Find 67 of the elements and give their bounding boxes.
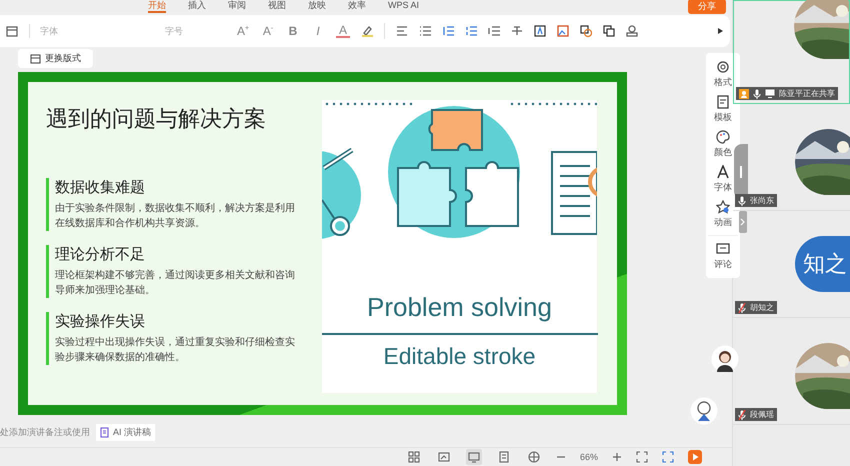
template-icon xyxy=(716,95,730,109)
side-tool-button[interactable]: 字体 xyxy=(714,165,732,194)
screen-share-icon xyxy=(765,89,775,98)
format-button[interactable]: I xyxy=(311,24,325,38)
fit-icon[interactable] xyxy=(636,451,648,463)
avatar: 知之 xyxy=(795,236,850,292)
font-field[interactable]: 字体 xyxy=(29,24,152,38)
web-view-icon[interactable] xyxy=(526,449,542,465)
slide-title: 遇到的问题与解决方案 xyxy=(46,105,267,133)
shapes-icon[interactable] xyxy=(580,25,592,37)
menu-tab[interactable]: WPS AI xyxy=(388,0,420,13)
line-spacing-icon[interactable] xyxy=(442,26,454,36)
format-button[interactable]: A$^{-}$ xyxy=(261,24,275,38)
point-text: 由于实验条件限制，数据收集不顺利，解决方案是利用在线数据库和合作机构共享资源。 xyxy=(55,202,296,231)
name-label: 陈亚平正在共享 xyxy=(736,87,838,100)
menu-tab[interactable]: 视图 xyxy=(268,0,286,13)
menu-tab[interactable]: 效率 xyxy=(348,0,366,13)
image-subcaption: Editable stroke xyxy=(383,343,536,370)
letter-a-icon xyxy=(716,165,730,179)
star-icon xyxy=(716,200,730,214)
gear-icon xyxy=(716,60,730,74)
side-tool-button[interactable]: 模板 xyxy=(714,95,732,124)
more-icon[interactable] xyxy=(716,27,724,35)
point-heading: 实验操作失误 xyxy=(55,312,146,331)
layout-icon[interactable] xyxy=(6,26,18,36)
name-label: 胡知之 xyxy=(735,301,777,314)
bullet-list-icon[interactable] xyxy=(419,26,431,36)
format-button[interactable]: B xyxy=(286,24,300,38)
fullscreen-icon[interactable] xyxy=(662,451,674,463)
point-heading: 理论分析不足 xyxy=(55,245,146,264)
name-label: 张尚东 xyxy=(735,194,777,207)
name-label: 段佩瑶 xyxy=(735,408,777,421)
stamp-icon[interactable] xyxy=(626,25,638,37)
normal-view-icon[interactable] xyxy=(466,449,482,465)
zoom-level[interactable]: 66% xyxy=(580,452,598,462)
point-text: 实验过程中出现操作失误，通过重复实验和仔细检查实验步骤来确保数据的准确性。 xyxy=(55,336,296,365)
point-heading: 数据收集难题 xyxy=(55,178,146,197)
layout-icon[interactable] xyxy=(30,54,41,64)
comment-icon xyxy=(716,242,730,256)
side-tool-button[interactable]: 颜色 xyxy=(714,130,732,159)
font-size-field[interactable]: 字号 xyxy=(163,24,225,38)
point-text: 理论框架构建不够完善，通过阅读更多相关文献和咨询导师来加强理论基础。 xyxy=(55,268,296,298)
paragraph-spacing-icon[interactable] xyxy=(465,26,477,36)
text-box-icon[interactable] xyxy=(534,25,546,37)
menu-tab[interactable]: 审阅 xyxy=(228,0,246,13)
palette-icon xyxy=(716,130,730,144)
indent-icon[interactable] xyxy=(488,26,500,36)
side-tool-button[interactable]: 动画 xyxy=(714,200,732,229)
change-layout-button[interactable]: 更换版式 xyxy=(18,49,93,68)
side-tool-button[interactable]: 格式 xyxy=(714,60,732,89)
document-icon xyxy=(100,427,110,438)
mascot-icon[interactable] xyxy=(690,397,718,425)
grid-view-icon[interactable] xyxy=(406,449,422,465)
strikethrough-icon[interactable] xyxy=(511,26,523,36)
menu-tab[interactable]: 插入 xyxy=(188,0,206,13)
image-icon[interactable] xyxy=(557,25,569,37)
format-button[interactable]: A$^{+}$ xyxy=(236,24,250,38)
format-button[interactable]: A xyxy=(336,24,350,38)
side-tool-button[interactable]: 评论 xyxy=(714,242,732,271)
ai-script-button[interactable]: AI 演讲稿 xyxy=(96,424,156,441)
align-icon[interactable] xyxy=(396,26,408,36)
highlighter-icon[interactable] xyxy=(361,25,373,37)
image-caption: Problem solving xyxy=(367,292,552,323)
play-icon[interactable] xyxy=(688,450,702,464)
arrange-icon[interactable] xyxy=(603,25,615,37)
menu-tab[interactable]: 放映 xyxy=(308,0,326,13)
zoom-in-icon[interactable] xyxy=(612,452,622,462)
